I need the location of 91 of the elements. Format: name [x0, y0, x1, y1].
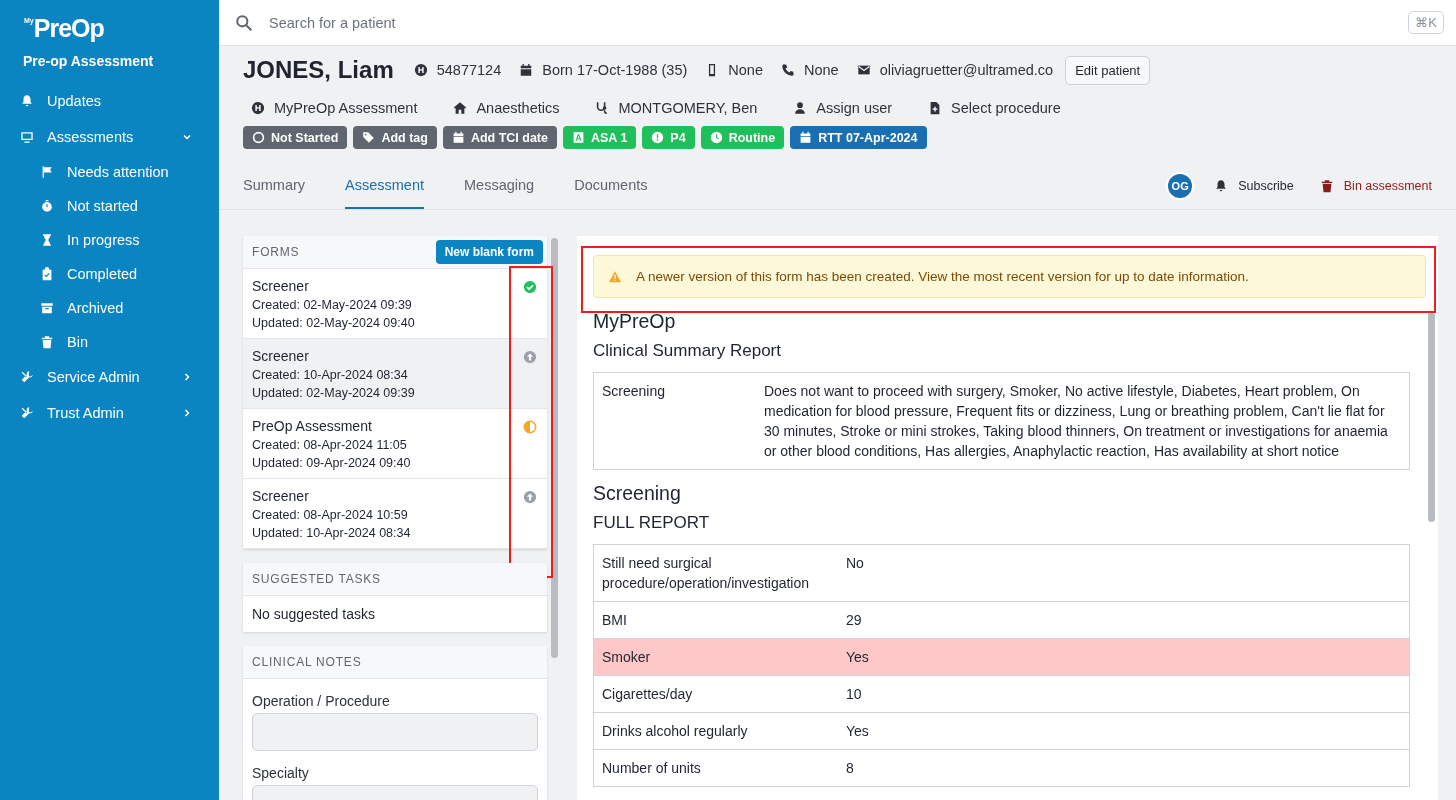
trash-icon [1319, 179, 1334, 193]
tab[interactable]: Summary [243, 163, 306, 209]
bell-icon [20, 94, 34, 108]
bell-icon [1214, 179, 1229, 193]
stethoscope-icon [595, 101, 610, 115]
user-icon [793, 101, 808, 115]
exclamation-icon [651, 131, 665, 144]
calendar-icon [799, 131, 813, 144]
calendar-icon [451, 131, 465, 144]
search-icon [235, 13, 253, 32]
patient-detail: oliviagruetter@ultramed.co [879, 62, 1054, 78]
nav-subitem[interactable]: Completed [0, 257, 219, 291]
table-row: Cigarettes/day 10 [593, 675, 1410, 713]
assessment-detail[interactable]: Assign user [816, 100, 893, 116]
tab[interactable]: Assessment [345, 163, 425, 209]
monitor-icon [20, 130, 34, 144]
clipboard-check-icon [40, 267, 54, 281]
calendar-icon [519, 63, 534, 77]
nav-item[interactable]: Trust Admin [0, 395, 219, 431]
wrench-icon [20, 406, 34, 420]
card-title: FORMS [252, 245, 300, 259]
logo: $^{My}$PreOp [24, 14, 104, 43]
flag-icon [40, 165, 54, 179]
search-input[interactable]: Search for a patient [267, 13, 1395, 32]
subscribe-button[interactable]: Subscribe [1214, 179, 1294, 193]
scrollbar-thumb[interactable] [1428, 312, 1435, 522]
assessment-detail: MyPreOp Assessment [274, 100, 418, 116]
report-subtitle: Clinical Summary Report [593, 341, 782, 361]
table-row: Number of units 8 [593, 749, 1410, 787]
nav-item[interactable]: Assessments [0, 119, 219, 155]
wrench-icon [20, 370, 34, 384]
tag[interactable]: RTT 07-Apr-2024 [790, 126, 927, 149]
assessment-detail: Anaesthetics [476, 100, 560, 116]
tag[interactable]: Add TCI date [442, 126, 557, 149]
warning-icon [608, 269, 622, 284]
keyboard-shortcut: ⌘K [1408, 11, 1444, 34]
tag-icon [362, 131, 376, 144]
nav-subitem[interactable]: Bin [0, 325, 219, 359]
nav-subitem[interactable]: In progress [0, 223, 219, 257]
table-row: BMI 29 [593, 601, 1410, 639]
bin-assessment-button[interactable]: Bin assessment [1319, 179, 1432, 193]
user-avatar[interactable]: OG [1166, 172, 1195, 200]
table-row: Still need surgical procedure/operation/investigation No [593, 544, 1410, 602]
alert-text: A newer version of this form has been created. View the most recent version for up to date information. [636, 269, 1249, 284]
hospital-icon [251, 101, 265, 115]
form-item[interactable]: Screener Created: 10-Apr-2024 08:34 Updated: 02-May-2024 09:39 [243, 339, 547, 409]
hospital-icon [413, 63, 428, 77]
section-subtitle: FULL REPORT [593, 513, 711, 533]
trash-icon [40, 335, 54, 349]
field-label: Operation / Procedure [252, 693, 391, 709]
report-title: MyPreOp [593, 310, 677, 333]
input-field[interactable] [252, 713, 538, 751]
phone-icon [781, 63, 795, 77]
patient-detail: None [728, 62, 763, 78]
nav-item[interactable]: Updates [0, 83, 219, 119]
tag[interactable]: Add tag [353, 126, 437, 149]
envelope-icon [856, 63, 871, 77]
nav-subitem[interactable]: Not started [0, 189, 219, 223]
empty-message: No suggested tasks [251, 605, 376, 624]
house-icon [453, 101, 468, 115]
section-title: Screening [593, 482, 682, 505]
tag[interactable]: Not Started [243, 126, 348, 149]
card-title: CLINICAL NOTES [252, 655, 362, 669]
assessment-detail: MONTGOMERY, Ben [618, 100, 758, 116]
assessment-detail[interactable]: Select procedure [951, 100, 1061, 116]
patient-detail: 54877124 [436, 62, 502, 78]
patient-detail: None [804, 62, 839, 78]
table-cell: Screening [593, 372, 756, 470]
table-cell: Does not want to proceed with surgery, Smoker, No active lifestyle, Diabetes, Heart problem, On medication for blood pressure, Frequent fits or dizziness, Lung or breathing problem, Can't lie flat for 30 minutes, Stroke or mini strokes, Taking blood thinners, On treatment or investigations for anaemia or other blood conditions, Has allergies, Anaphylactic reaction, Has availability at short notice [756, 372, 1410, 470]
nav-item[interactable]: Service Admin [0, 359, 219, 395]
edit-patient-button[interactable]: Edit patient [1065, 55, 1151, 85]
letter-square-icon [572, 131, 585, 144]
clock-icon [709, 131, 723, 144]
table-row: Drinks alcohol regularly Yes [593, 712, 1410, 750]
patient-name: JONES, Liam [243, 56, 394, 84]
tab[interactable]: Messaging [464, 163, 535, 209]
tab[interactable]: Documents [574, 163, 648, 209]
new-blank-form-button[interactable]: New blank form [435, 240, 543, 264]
archive-box-icon [40, 301, 54, 315]
stopwatch-icon [40, 199, 54, 213]
nav-subitem[interactable]: Needs attention [0, 155, 219, 189]
scrollbar-thumb[interactable] [551, 238, 558, 658]
form-item[interactable]: PreOp Assessment Created: 08-Apr-2024 11:05 Updated: 09-Apr-2024 09:40 [243, 409, 547, 479]
card-title: SUGGESTED TASKS [252, 572, 381, 586]
form-item[interactable]: Screener Created: 08-Apr-2024 10:59 Updated: 10-Apr-2024 08:34 [243, 479, 547, 549]
app-subtitle: Pre-op Assessment [23, 53, 155, 69]
flagged-row: Smoker Yes [593, 638, 1410, 676]
field-label: Specialty [252, 765, 310, 781]
nav-subitem[interactable]: Archived [0, 291, 219, 325]
patient-detail: Born 17-Oct-1988 (35) [542, 62, 688, 78]
hourglass-icon [40, 233, 54, 247]
